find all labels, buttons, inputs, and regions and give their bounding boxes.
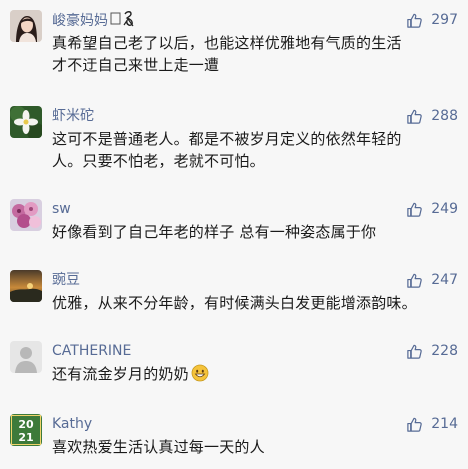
avatar[interactable] bbox=[10, 199, 42, 231]
comment-text: 优雅，从来不分年龄，有时候满头白发更能增添韵味。 bbox=[52, 292, 452, 314]
like-button[interactable]: 214 bbox=[406, 414, 458, 434]
avatar[interactable]: 20 21 bbox=[10, 414, 42, 446]
commenter-name[interactable]: sw bbox=[52, 199, 71, 219]
commenter-name-text: 峻豪妈妈 bbox=[52, 13, 108, 29]
commenter-name[interactable]: Kathy bbox=[52, 414, 92, 434]
like-count: 214 bbox=[431, 416, 458, 432]
pink-flowers-avatar bbox=[10, 199, 42, 231]
comment-text-line: 真希望自己老了以后，也能这样优雅地有气质的生活 bbox=[52, 34, 402, 52]
avatar-year-top: 20 bbox=[18, 418, 34, 431]
comment-text: 好像看到了自己年老的样子 总有一种姿态属于你 bbox=[52, 221, 452, 243]
grinning-face-emoji-icon bbox=[191, 364, 209, 382]
avatar[interactable] bbox=[10, 106, 42, 138]
thumbs-up-icon bbox=[407, 273, 423, 288]
thumbs-up-icon bbox=[407, 13, 423, 28]
avatar-year-bottom: 21 bbox=[18, 431, 33, 444]
comment-text-line: 还有流金岁月的奶奶 bbox=[52, 365, 189, 383]
thumbs-up-icon bbox=[407, 202, 423, 217]
thumbs-up-icon bbox=[407, 109, 423, 124]
commenter-name[interactable]: 峻豪妈妈 bbox=[52, 10, 136, 34]
commenter-name[interactable]: CATHERINE bbox=[52, 341, 131, 361]
thumbs-up-icon bbox=[407, 417, 423, 432]
sunset-landscape-avatar bbox=[10, 270, 42, 302]
woman-portrait-avatar bbox=[10, 10, 42, 42]
like-button[interactable]: 247 bbox=[406, 270, 458, 290]
2021-badge-avatar: 20 21 bbox=[10, 414, 42, 446]
commenter-name[interactable]: 豌豆 bbox=[52, 270, 80, 290]
like-button[interactable]: 288 bbox=[406, 106, 458, 126]
comment-text-line: 优雅，从来不分年龄，有时候满头白发更能增添韵味。 bbox=[52, 294, 417, 312]
comment-text-line: 人。只要不怕老，老就不可怕。 bbox=[52, 152, 265, 170]
comment-list: 峻豪妈妈 297 真希望自己老了以后，也能这样优雅地有气质的生活 才不迂自己来世… bbox=[0, 0, 468, 469]
default-person-avatar bbox=[10, 341, 42, 373]
avatar[interactable] bbox=[10, 270, 42, 302]
comment-text-line: 才不迂自己来世上走一遭 bbox=[52, 56, 220, 74]
like-count: 297 bbox=[431, 12, 458, 28]
commenter-name[interactable]: 虾米砣 bbox=[52, 106, 94, 126]
comment-text: 真希望自己老了以后，也能这样优雅地有气质的生活 才不迂自己来世上走一遭 bbox=[52, 32, 452, 76]
comment-text: 这可不是普通老人。都是不被岁月定义的依然年轻的 人。只要不怕老，老就不可怕。 bbox=[52, 128, 452, 172]
like-button[interactable]: 228 bbox=[406, 341, 458, 361]
comment-text: 还有流金岁月的奶奶 bbox=[52, 363, 452, 385]
comment-text: 喜欢热爱生活认真过每一天的人 bbox=[52, 436, 452, 458]
name-badge-icon bbox=[110, 10, 136, 34]
comment-text-line: 喜欢热爱生活认真过每一天的人 bbox=[52, 438, 265, 456]
avatar[interactable] bbox=[10, 10, 42, 42]
white-flower-avatar bbox=[10, 106, 42, 138]
like-count: 288 bbox=[431, 108, 458, 124]
comment-text-line: 这可不是普通老人。都是不被岁月定义的依然年轻的 bbox=[52, 130, 402, 148]
like-button[interactable]: 249 bbox=[406, 199, 458, 219]
like-button[interactable]: 297 bbox=[406, 10, 458, 30]
like-count: 247 bbox=[431, 272, 458, 288]
thumbs-up-icon bbox=[407, 344, 423, 359]
avatar[interactable] bbox=[10, 341, 42, 373]
comment-text-line: 好像看到了自己年老的样子 总有一种姿态属于你 bbox=[52, 223, 377, 241]
like-count: 249 bbox=[431, 201, 458, 217]
like-count: 228 bbox=[431, 343, 458, 359]
